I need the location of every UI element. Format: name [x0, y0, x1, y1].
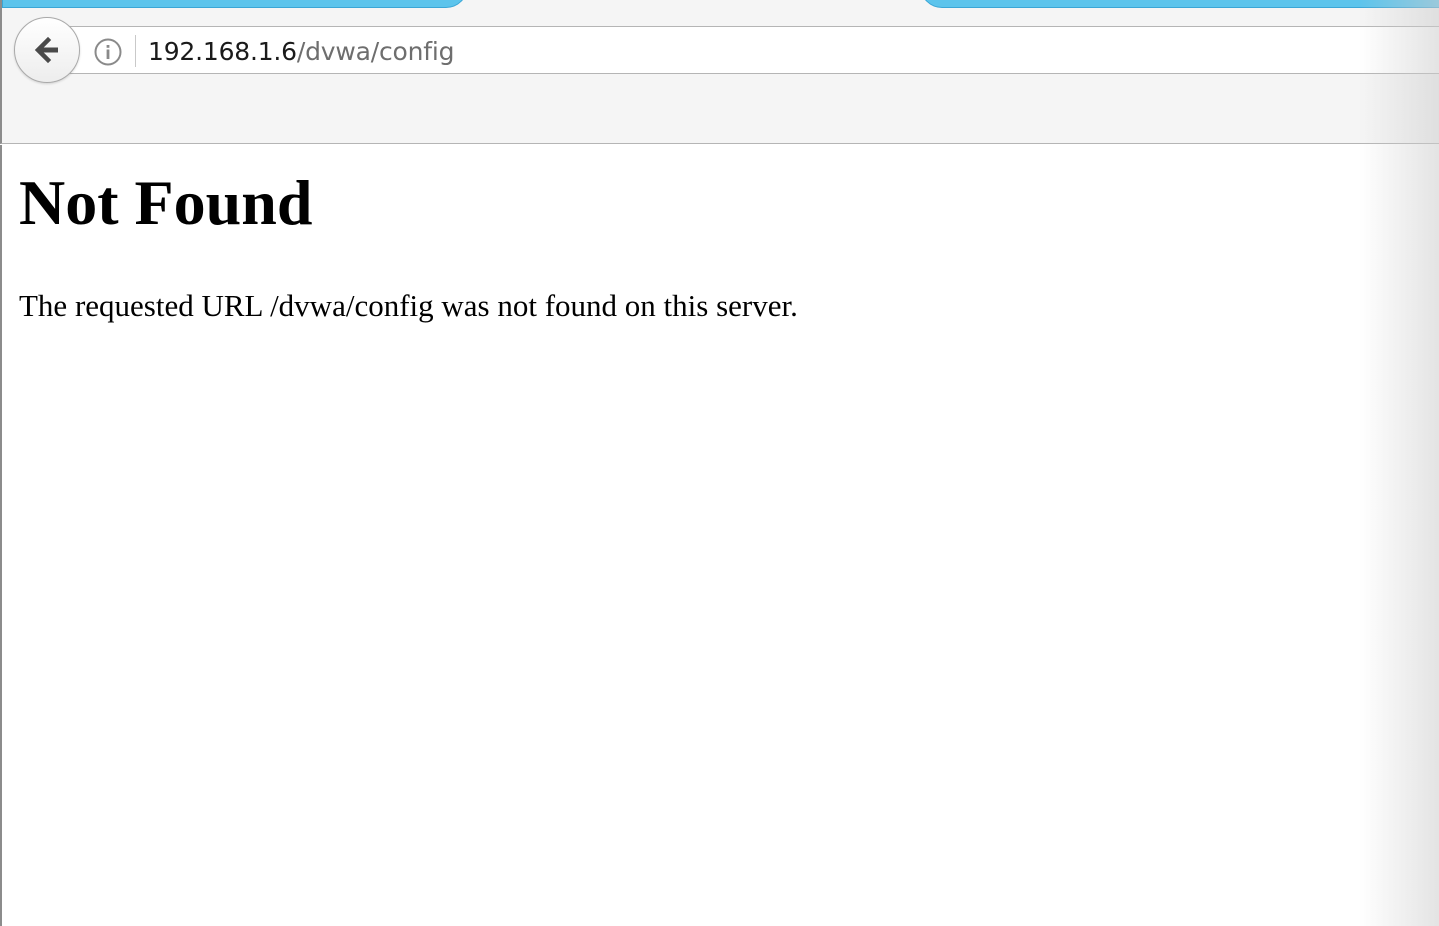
error-message: The requested URL /dvwa/config was not f…	[19, 288, 798, 323]
back-arrow-icon	[34, 36, 58, 64]
page-title: Not Found	[19, 167, 313, 238]
url-host: 192.168.1.6	[148, 37, 297, 66]
url-field[interactable]: 192.168.1.6/dvwa/config	[148, 35, 454, 69]
browser-tab-left[interactable]	[2, 0, 468, 8]
tab-strip	[2, 0, 1439, 10]
url-path: /dvwa/config	[296, 37, 455, 66]
info-icon[interactable]	[93, 37, 123, 67]
url-separator	[135, 35, 136, 67]
back-button[interactable]	[14, 17, 80, 83]
browser-tab-right[interactable]	[920, 0, 1439, 8]
page-viewport	[0, 145, 1439, 926]
browser-chrome: 192.168.1.6/dvwa/config	[0, 0, 1439, 144]
